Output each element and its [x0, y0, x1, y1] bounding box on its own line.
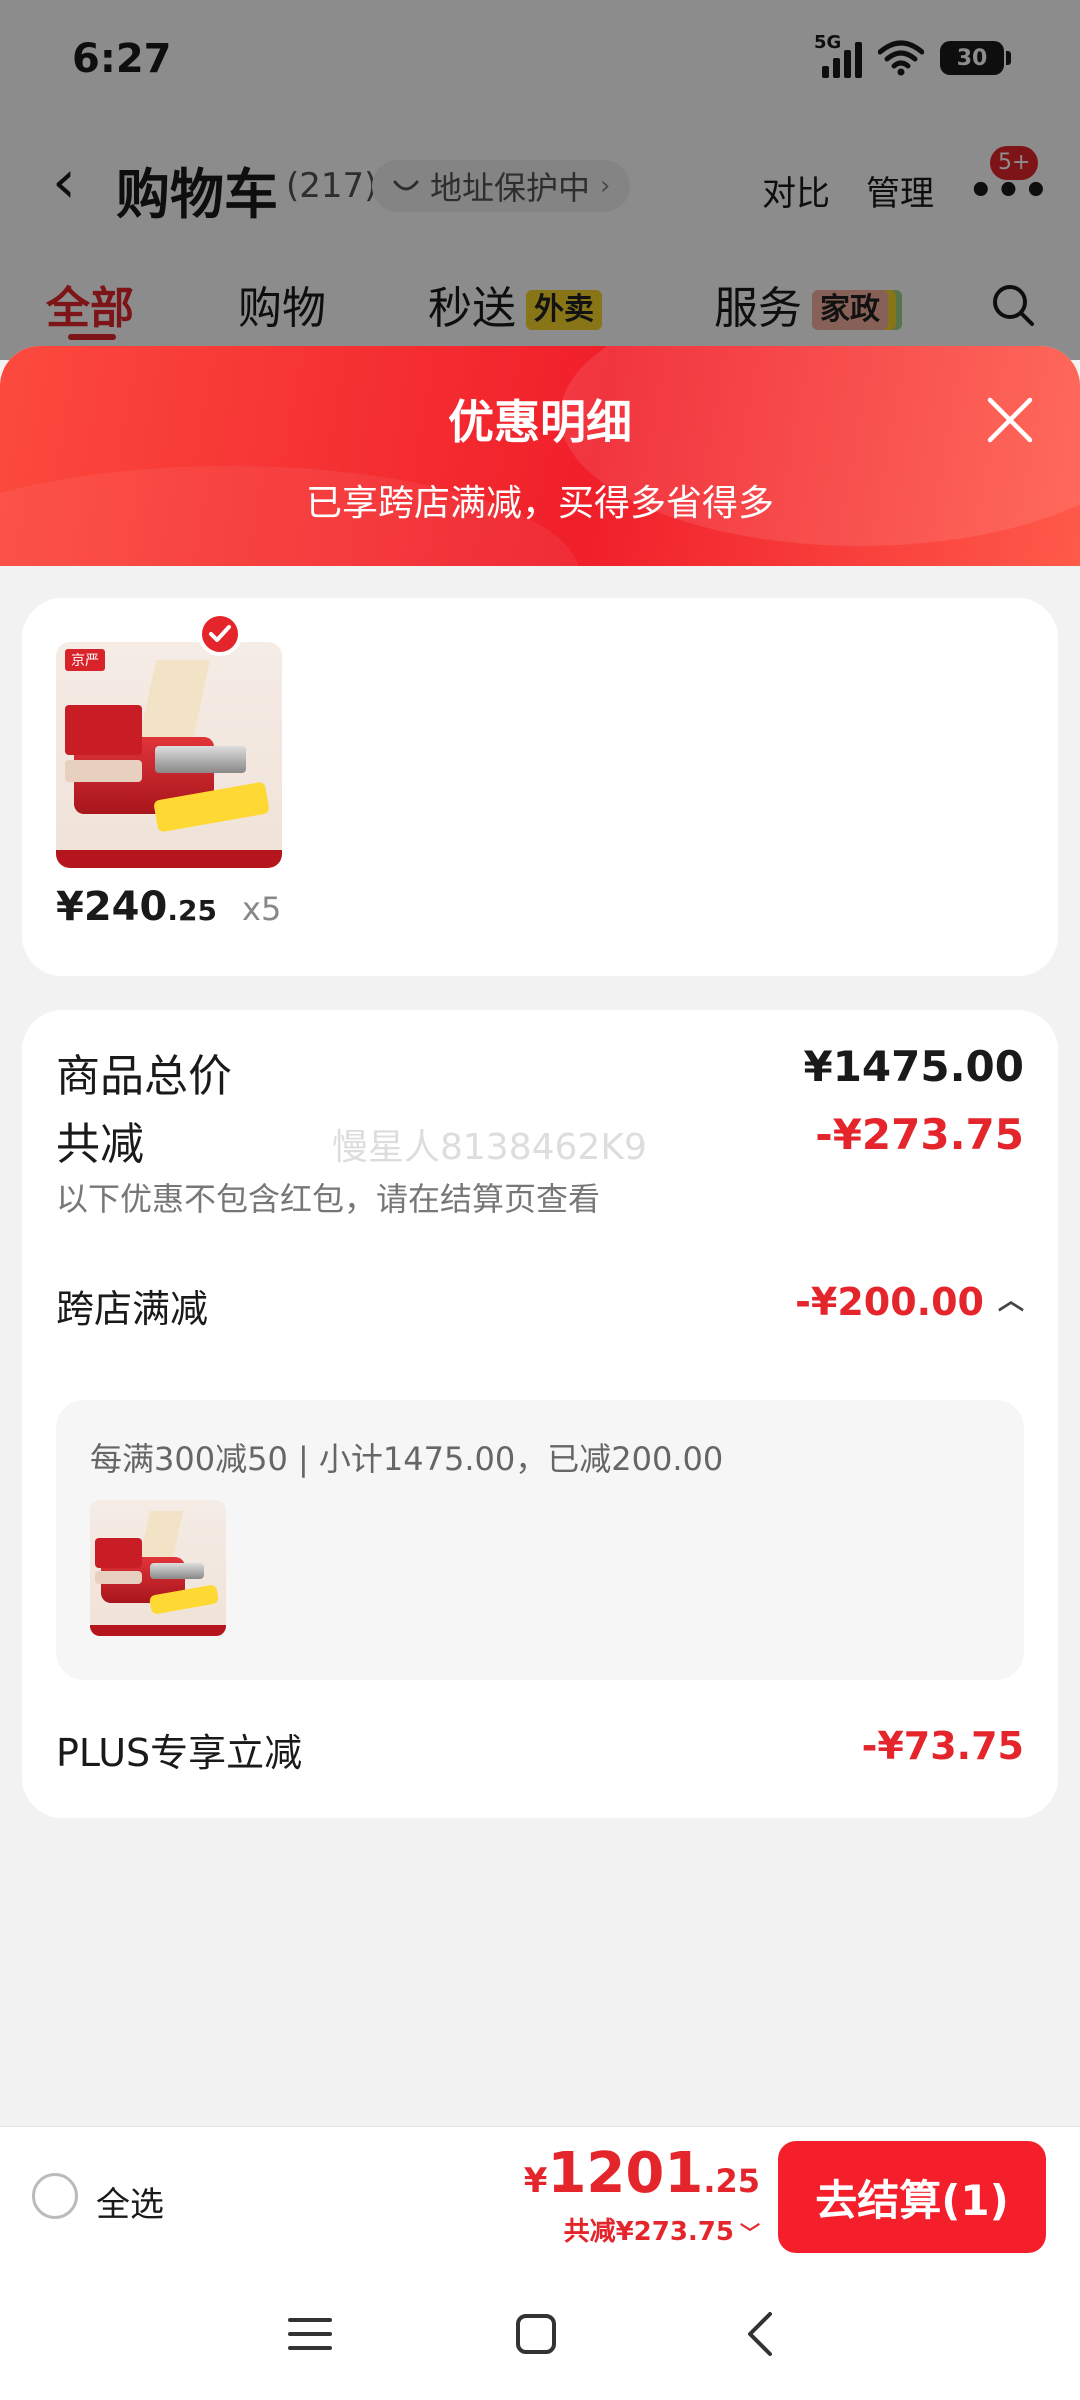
promo-product-thumbnail[interactable] — [90, 1500, 226, 1636]
price-integer: ¥240 — [56, 884, 168, 930]
machine-roller — [155, 745, 246, 774]
discount-summary: 共减¥273.75 — [563, 2217, 734, 2247]
feature-label — [65, 759, 142, 783]
sheet-header: 优惠明细 已享跨店满减，买得多省得多 — [0, 346, 1080, 686]
cross-store-detail-box: 每满300减50 | 小计1475.00，已减200.00 — [56, 1400, 1024, 1680]
product-quantity: x5 — [242, 890, 282, 928]
checkout-button[interactable]: 去结算(1) — [778, 2141, 1046, 2253]
price-detail-card: 商品总价 ¥1475.00 慢星人8138462K9 共减 -¥273.75 以… — [22, 1010, 1058, 1818]
cross-store-value: -¥200.00 — [795, 1280, 984, 1324]
system-nav-bar — [0, 2266, 1080, 2400]
currency-symbol: ¥ — [523, 2161, 548, 2201]
chevron-up-icon: ︿ — [997, 1286, 1024, 1316]
select-all-radio[interactable] — [32, 2173, 78, 2219]
product-image[interactable]: 京严 — [56, 642, 282, 868]
total-price-value: ¥1475.00 — [803, 1042, 1024, 1091]
sheet-title: 优惠明细 — [448, 395, 632, 449]
image-footer — [90, 1625, 226, 1636]
total-price-label: 商品总价 — [56, 1051, 232, 1102]
plus-discount-label: PLUS专享立减 — [56, 1731, 303, 1775]
cross-store-toggle[interactable]: -¥200.00 ︿ — [795, 1280, 1024, 1324]
menu-icon[interactable] — [280, 2304, 340, 2364]
total-reduced-label: 共减 — [56, 1119, 144, 1170]
user-watermark: 慢星人8138462K9 — [332, 1127, 647, 1168]
total-decimal: .25 — [703, 2162, 760, 2200]
pasta-machine-image — [90, 1500, 226, 1636]
product-price: ¥240.25 — [56, 884, 217, 930]
home-icon[interactable] — [506, 2304, 566, 2364]
sheet-subtitle: 已享跨店满减，买得多省得多 — [305, 483, 774, 524]
chevron-down-icon: ﹀ — [740, 2221, 760, 2245]
plus-discount-value: -¥73.75 — [861, 1724, 1024, 1768]
back-nav-icon[interactable] — [732, 2304, 792, 2364]
discount-note: 以下优惠不包含红包，请在结算页查看 — [56, 1180, 601, 1218]
close-icon[interactable] — [982, 392, 1038, 448]
checkout-total: ¥1201.25 — [524, 2141, 760, 2206]
selected-check-icon[interactable] — [198, 612, 242, 656]
discount-detail-sheet: 优惠明细 已享跨店满减，买得多省得多 京严 ¥240.25 x5 商品总价 ¥1… — [0, 346, 1080, 2266]
feature-label — [95, 1538, 142, 1568]
feature-label — [65, 705, 142, 755]
total-reduced-value: -¥273.75 — [815, 1110, 1024, 1159]
feature-label — [95, 1570, 142, 1585]
pasta-machine-image: 京严 — [56, 642, 282, 868]
machine-roller — [149, 1562, 205, 1579]
cross-store-detail: 每满300减50 | 小计1475.00，已减200.00 — [90, 1440, 724, 1478]
brand-tag: 京严 — [65, 648, 106, 671]
select-all-label[interactable]: 全选 — [96, 2177, 164, 2226]
product-card: 京严 ¥240.25 x5 — [22, 598, 1058, 976]
price-decimal: .25 — [167, 894, 217, 927]
image-footer — [56, 849, 282, 868]
checkout-bar: 全选 ¥1201.25 共减¥273.75 ﹀ 去结算(1) — [0, 2126, 1080, 2266]
cross-store-label: 跨店满减 — [56, 1287, 209, 1331]
modal-overlay[interactable] — [0, 0, 1080, 360]
discount-summary-toggle[interactable]: 共减¥273.75 ﹀ — [564, 2211, 760, 2248]
total-integer: 1201 — [547, 2141, 704, 2206]
